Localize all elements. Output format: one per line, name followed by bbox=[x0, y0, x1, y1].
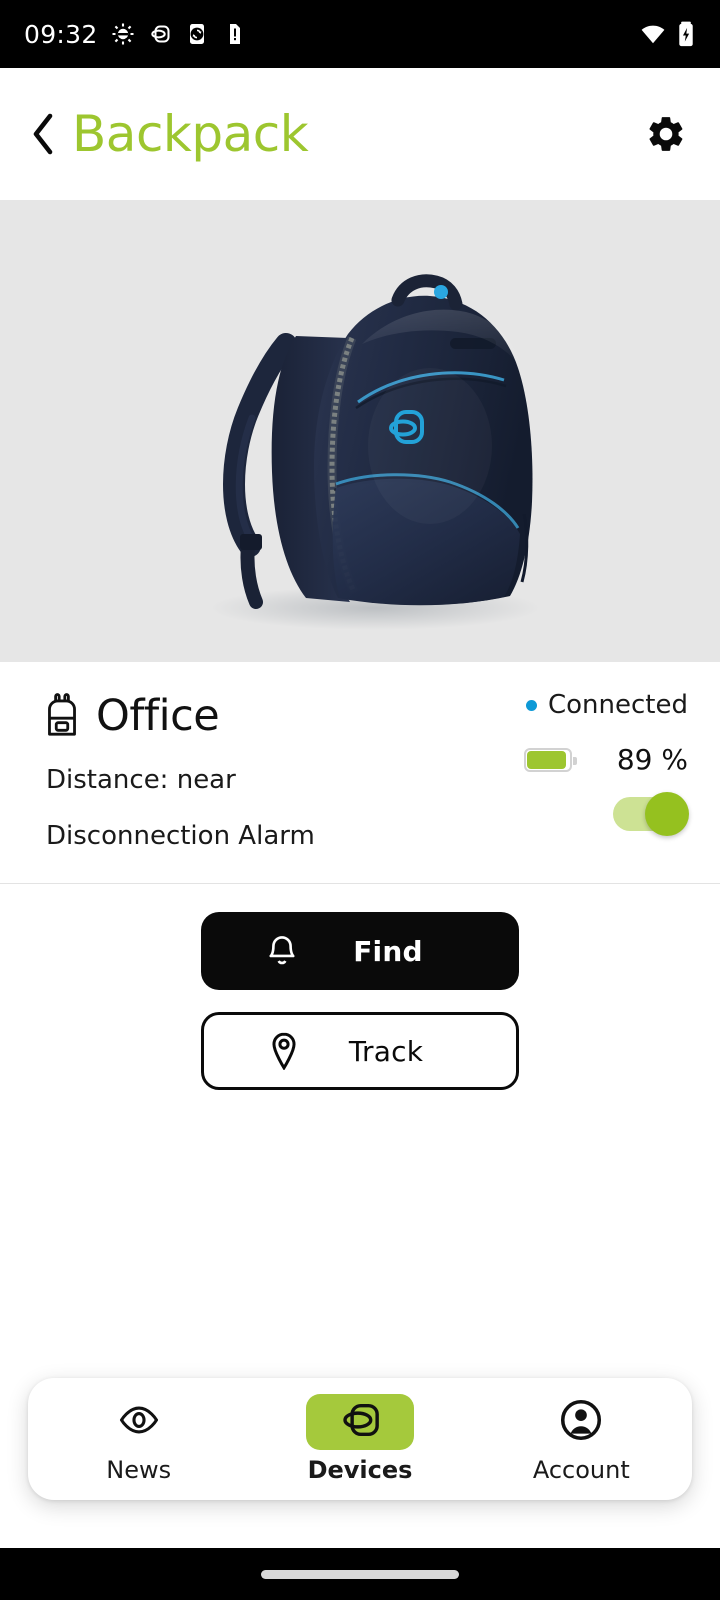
connection-status: Connected bbox=[525, 690, 688, 720]
app-root: 09:32 Backpack Office Distance: near Dis… bbox=[0, 0, 720, 1600]
battery-fill bbox=[527, 750, 567, 769]
tracker-device-icon bbox=[338, 1400, 382, 1445]
devices-icon-box bbox=[305, 1394, 414, 1450]
sd-card-alert-icon bbox=[222, 22, 246, 46]
device-name: Office bbox=[96, 691, 220, 741]
device-image-panel bbox=[0, 200, 720, 662]
find-button-label: Find bbox=[353, 934, 423, 968]
track-button-label: Track bbox=[348, 1034, 424, 1068]
bottom-navigation: News Devices Account bbox=[28, 1378, 692, 1500]
action-buttons: Find Track bbox=[0, 884, 720, 1090]
device-info-right: Connected 89 % bbox=[498, 690, 689, 836]
device-name-line: Office bbox=[44, 690, 498, 743]
battery-charging-icon bbox=[676, 21, 696, 47]
backpack-product-image bbox=[210, 274, 540, 630]
backpack-icon bbox=[44, 692, 80, 743]
settings-button[interactable] bbox=[642, 110, 690, 158]
home-indicator[interactable] bbox=[261, 1569, 459, 1579]
nav-label-account: Account bbox=[532, 1456, 630, 1484]
status-bar-right bbox=[640, 21, 696, 47]
eye-icon bbox=[118, 1403, 160, 1442]
phone-sync-icon bbox=[185, 22, 209, 46]
gear-icon bbox=[649, 117, 683, 151]
track-button[interactable]: Track bbox=[201, 1012, 519, 1090]
news-icon-box bbox=[85, 1394, 193, 1450]
nav-item-devices[interactable]: Devices bbox=[249, 1378, 470, 1500]
status-bar-left: 09:32 bbox=[24, 20, 246, 49]
bell-icon bbox=[265, 933, 299, 969]
wifi-icon bbox=[640, 21, 666, 47]
disconnection-alarm-label: Disconnection Alarm bbox=[46, 821, 315, 851]
account-icon-box bbox=[527, 1394, 635, 1450]
location-pin-icon bbox=[268, 1032, 300, 1070]
bottom-nav-holder: News Devices Account bbox=[0, 1378, 720, 1548]
device-info-row: Office Distance: near Disconnection Alar… bbox=[44, 690, 689, 851]
toggle-knob bbox=[645, 792, 689, 836]
nav-item-account[interactable]: Account bbox=[471, 1378, 692, 1500]
system-gesture-bar bbox=[0, 1548, 720, 1600]
status-dot-icon bbox=[525, 699, 537, 711]
nav-label-news: News bbox=[106, 1456, 172, 1484]
battery-percent-label: 89 % bbox=[616, 743, 688, 776]
tracker-device-icon bbox=[148, 22, 172, 46]
back-button[interactable] bbox=[26, 111, 60, 157]
status-bar: 09:32 bbox=[0, 0, 720, 68]
connection-status-label: Connected bbox=[547, 690, 688, 720]
battery-icon bbox=[524, 747, 577, 772]
account-circle-icon bbox=[560, 1399, 602, 1446]
chevron-left-icon bbox=[33, 113, 53, 155]
disconnection-alarm-toggle-wrap bbox=[613, 792, 689, 836]
disconnection-alarm-toggle[interactable] bbox=[613, 792, 689, 836]
battery-status: 89 % bbox=[524, 743, 688, 776]
status-bar-clock: 09:32 bbox=[24, 19, 98, 49]
find-button[interactable]: Find bbox=[201, 912, 519, 990]
device-distance: Distance: near bbox=[46, 765, 236, 795]
page-title: Backpack bbox=[72, 105, 309, 163]
android-debug-icon bbox=[111, 22, 135, 46]
device-info-card: Office Distance: near Disconnection Alar… bbox=[0, 662, 720, 884]
app-header: Backpack bbox=[0, 68, 720, 200]
nav-label-devices: Devices bbox=[307, 1456, 413, 1484]
nav-item-news[interactable]: News bbox=[28, 1378, 249, 1500]
device-info-left: Office Distance: near Disconnection Alar… bbox=[44, 690, 498, 851]
